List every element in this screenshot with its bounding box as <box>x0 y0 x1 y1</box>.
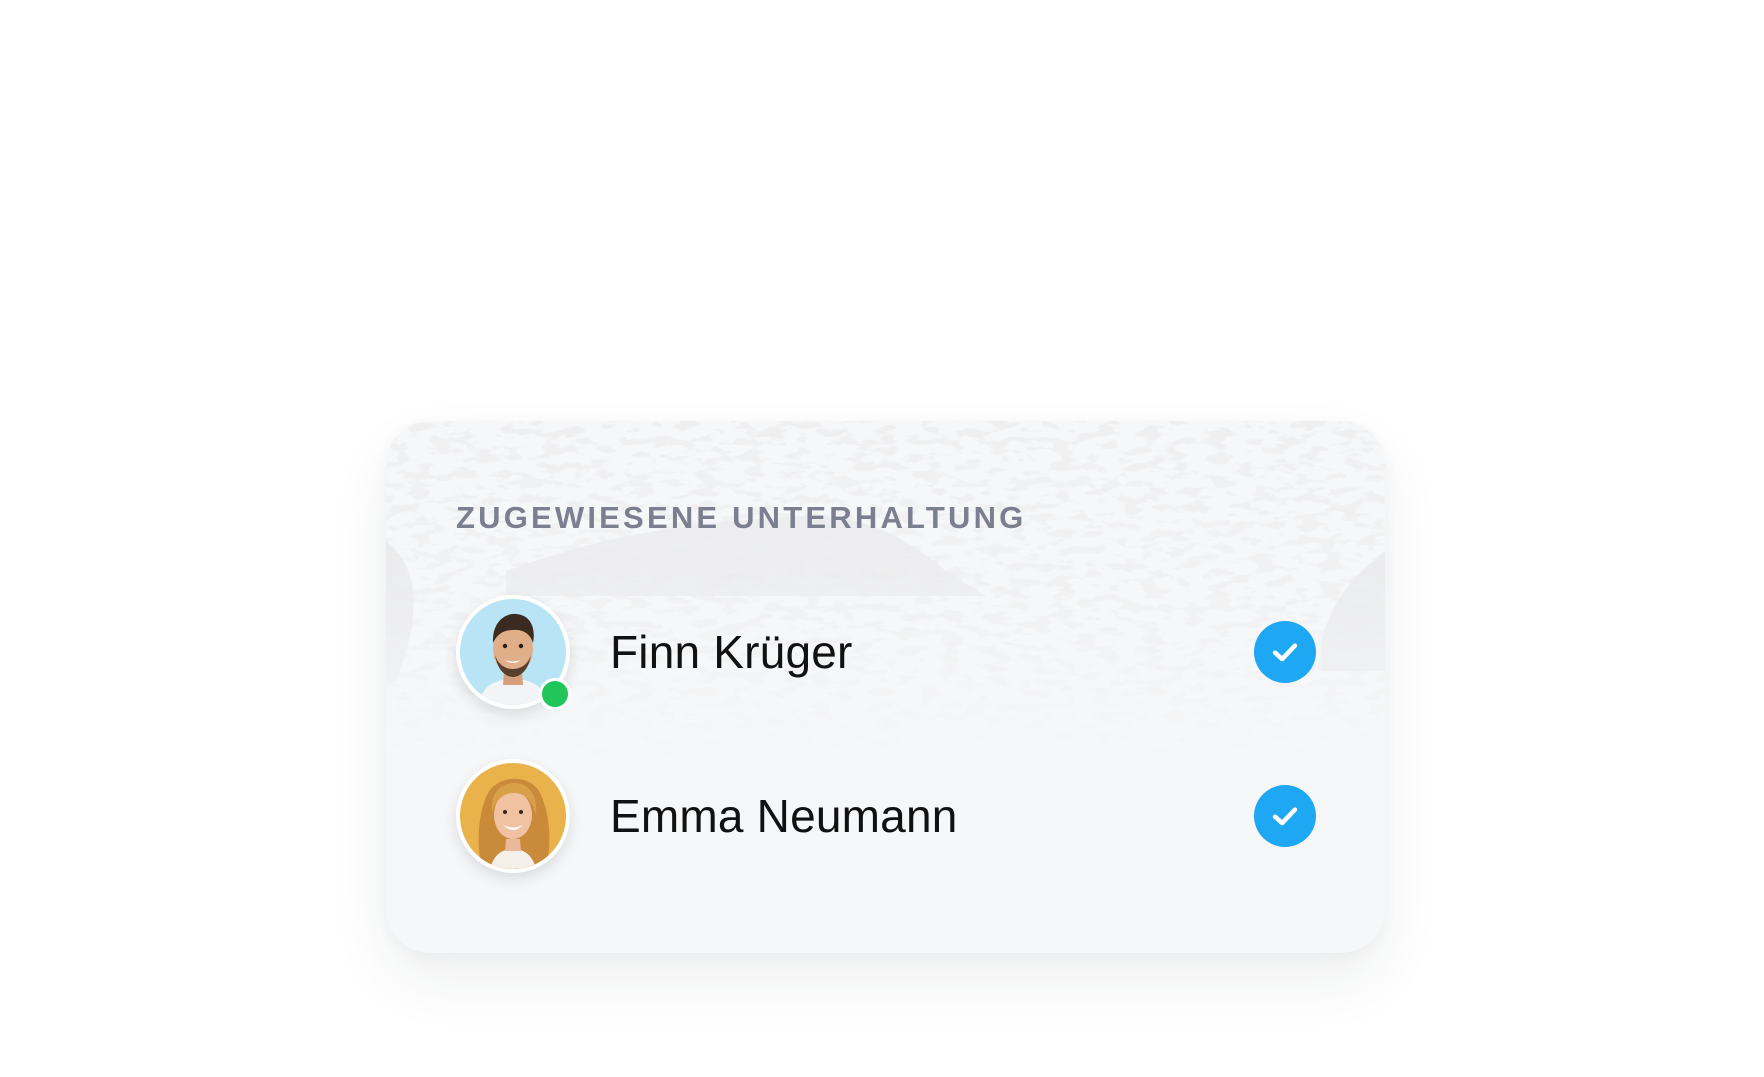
assignee-row[interactable]: Finn Krüger <box>456 593 1316 711</box>
selected-checkbox[interactable] <box>1254 621 1316 683</box>
woman-portrait-avatar-icon <box>460 763 566 869</box>
online-status-indicator <box>539 678 571 710</box>
selected-checkbox[interactable] <box>1254 785 1316 847</box>
assignee-name: Finn Krüger <box>610 626 853 678</box>
page-background: ZUGEWIESENE UNTERHALTUNG Finn Krüger Emm… <box>0 0 1764 1077</box>
assignee-row[interactable]: Emma Neumann <box>456 757 1316 875</box>
checkmark-icon <box>1272 807 1298 826</box>
checkmark-icon <box>1272 643 1298 662</box>
card-title: ZUGEWIESENE UNTERHALTUNG <box>456 500 1027 535</box>
assigned-conversation-card: ZUGEWIESENE UNTERHALTUNG Finn Krüger Emm… <box>386 421 1385 953</box>
avatar <box>456 595 571 710</box>
avatar <box>456 759 570 873</box>
assignee-name: Emma Neumann <box>610 790 958 842</box>
